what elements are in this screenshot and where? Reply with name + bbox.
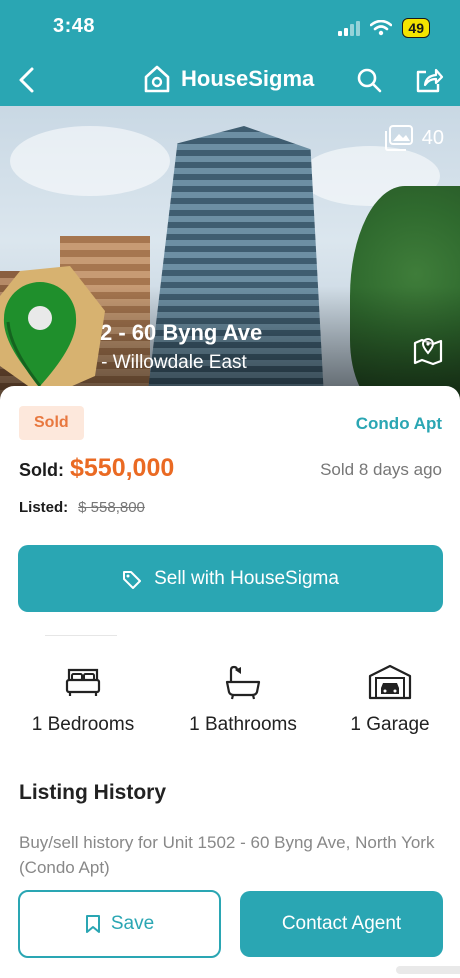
sold-price-row: Sold: $550,000 — [19, 454, 174, 483]
listed-price-row: Listed: $ 558,800 — [19, 499, 145, 516]
top-bar: 3:48 49 HouseSigma — [0, 0, 460, 106]
contact-agent-button[interactable]: Contact Agent — [240, 891, 443, 957]
listed-price: $ 558,800 — [78, 499, 145, 516]
tag-icon — [123, 570, 142, 589]
nav-row: HouseSigma — [0, 56, 460, 104]
address-line1: 2 - 60 Byng Ave — [100, 320, 263, 345]
sold-price: $550,000 — [70, 454, 175, 482]
status-icons: 49 — [338, 18, 430, 38]
bookmark-icon — [85, 915, 100, 933]
gallery-icon — [384, 125, 413, 151]
sell-button-label: Sell with HouseSigma — [154, 567, 339, 589]
sky-cloud — [10, 126, 170, 196]
status-badge: Sold — [19, 406, 84, 440]
property-type: Condo Apt — [355, 414, 442, 433]
map-icon[interactable] — [412, 334, 444, 366]
bathtub-icon — [225, 665, 261, 700]
bedrooms-label: 1 Bedrooms — [31, 714, 135, 735]
sold-label: Sold: — [19, 460, 64, 480]
brand-name: HouseSigma — [181, 66, 315, 91]
listing-details-card: Sold Condo Apt Sold: $550,000 Sold 8 day… — [0, 386, 460, 978]
signal-icon — [338, 20, 361, 36]
brand-logo: HouseSigma — [143, 64, 314, 94]
save-button-label: Save — [110, 913, 155, 934]
location-pin-icon — [0, 266, 105, 398]
bed-icon — [65, 668, 101, 696]
house-logo-icon — [144, 65, 170, 93]
sold-date: Sold 8 days ago — [320, 460, 442, 479]
photo-count[interactable]: 40 — [384, 124, 444, 152]
listing-history-description: Buy/sell history for Unit 1502 - 60 Byng… — [19, 833, 435, 877]
share-icon[interactable] — [414, 66, 444, 94]
feature-garage: 1 Garage — [315, 662, 460, 736]
status-time: 3:48 — [53, 15, 96, 37]
feature-bedrooms: 1 Bedrooms — [8, 662, 158, 736]
save-button[interactable]: Save — [18, 890, 221, 958]
listed-label: Listed: — [19, 499, 69, 516]
listing-history-title: Listing History — [19, 781, 167, 804]
wifi-icon — [370, 20, 393, 36]
divider — [45, 635, 117, 636]
bathrooms-label: 1 Bathrooms — [189, 714, 297, 735]
home-indicator — [396, 966, 460, 974]
garage-icon — [368, 664, 412, 700]
garage-label: 1 Garage — [350, 714, 430, 735]
search-icon[interactable] — [355, 66, 383, 94]
battery-level: 49 — [402, 18, 430, 38]
feature-bathrooms: 1 Bathrooms — [168, 662, 318, 736]
contact-button-label: Contact Agent — [281, 913, 402, 934]
sell-with-housesigma-button[interactable]: Sell with HouseSigma — [18, 545, 443, 612]
back-arrow-icon[interactable] — [14, 66, 42, 94]
photo-count-value: 40 — [421, 126, 444, 149]
